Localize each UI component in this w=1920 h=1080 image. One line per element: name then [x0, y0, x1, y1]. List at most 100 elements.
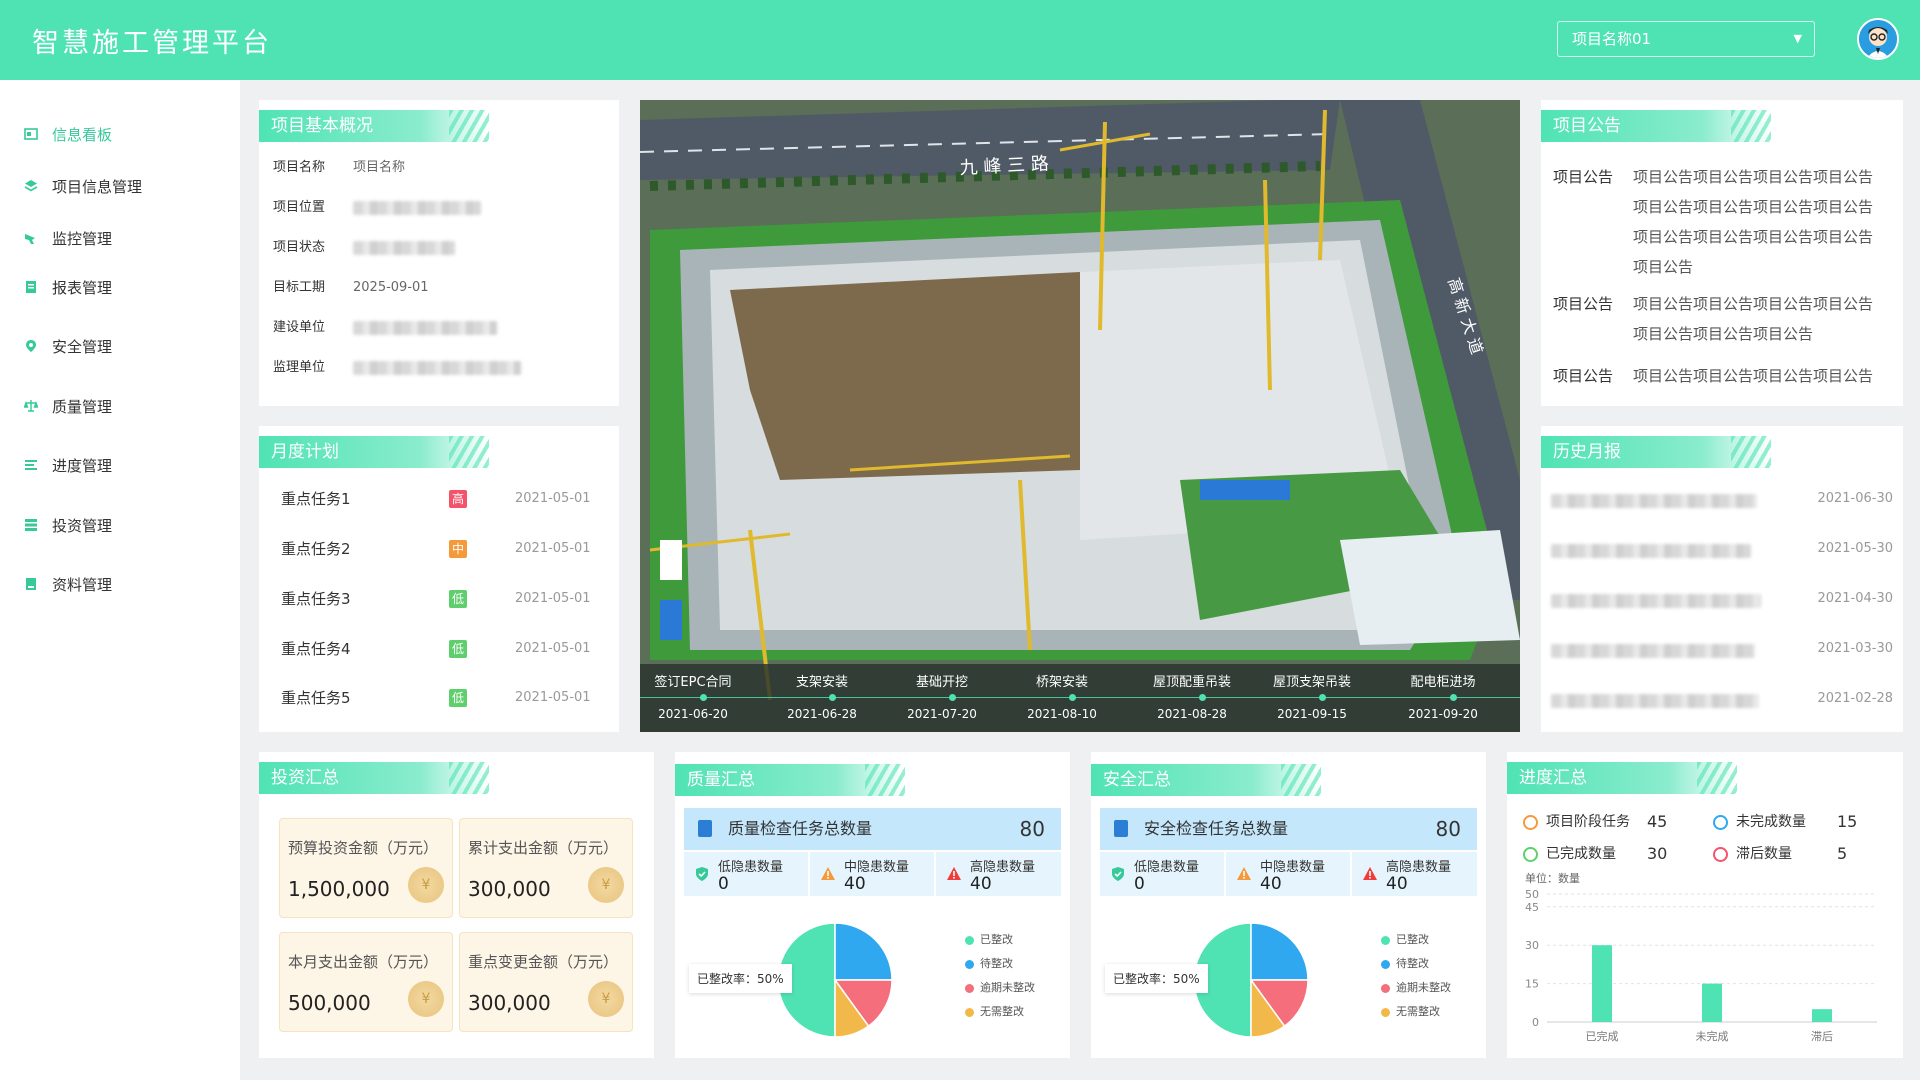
milestone[interactable]: 签订EPC合同 2021-06-20	[633, 664, 753, 721]
notice-text: 项目公告项目公告项目公告项目公告 项目公告项目公告项目公告	[1633, 295, 1874, 343]
task-name: 重点任务2	[281, 540, 351, 558]
history-row[interactable]: 2021-05-30	[1551, 538, 1893, 560]
task-date: 2021-05-01	[515, 591, 591, 606]
bar[interactable]	[1812, 1009, 1832, 1022]
investment-card: 投资汇总 预算投资金额（万元） 1,500,000 ¥ 累计支出金额（万元） 300,…	[259, 752, 654, 1058]
sidebar-item-quality[interactable]: 质量管理	[23, 391, 112, 421]
sidebar-item-label: 信息看板	[52, 125, 113, 144]
history-row[interactable]: 2021-04-30	[1551, 588, 1893, 610]
milestone-date: 2021-06-20	[658, 707, 728, 721]
sidebar-item-monitor[interactable]: 监控管理	[24, 223, 112, 253]
app-title: 智慧施工管理平台	[32, 28, 272, 59]
milestone-date: 2021-09-15	[1277, 707, 1347, 721]
stat-value: 40	[970, 874, 992, 894]
sidebar-item-safety[interactable]: 安全管理	[24, 331, 112, 361]
blurred-value	[353, 360, 521, 375]
sidebar: 信息看板 项目信息管理 监控管理 报表管理 安全管理 质量管理 进度管理 投资管…	[0, 80, 240, 1080]
x-tick-label: 已完成	[1586, 1029, 1619, 1043]
total-value: 80	[1019, 817, 1045, 841]
rate-value: 50%	[1173, 972, 1200, 986]
legend-item: 已整改	[1381, 928, 1451, 952]
document-icon	[1114, 820, 1128, 837]
history-row[interactable]: 2021-03-30	[1551, 638, 1893, 660]
chevron-down-icon: ▼	[1793, 32, 1802, 45]
stat-label: 已完成数量	[1546, 846, 1616, 862]
blurred-title	[1551, 493, 1757, 508]
overview-title: 项目基本概况	[259, 110, 489, 142]
user-avatar-icon	[1859, 20, 1897, 58]
plan-row[interactable]: 重点任务1 高 2021-05-01	[281, 488, 601, 510]
document-icon	[698, 820, 712, 837]
legend-dot	[1381, 959, 1390, 969]
progress-stat: 项目阶段任务 45	[1523, 812, 1667, 832]
milestone[interactable]: 屋顶支架吊装 2021-09-15	[1252, 664, 1372, 721]
history-row[interactable]: 2021-02-28	[1551, 688, 1893, 710]
stat-label: 滞后数量	[1736, 846, 1792, 862]
stat-value: 15	[1837, 812, 1858, 831]
y-tick-label: 15	[1525, 978, 1539, 991]
task-name: 重点任务5	[281, 689, 351, 707]
priority-badge: 高	[449, 490, 467, 508]
sidebar-item-documents[interactable]: 资料管理	[24, 569, 112, 599]
overview-row: 项目位置	[273, 198, 481, 218]
plan-row[interactable]: 重点任务5 低 2021-05-01	[281, 687, 601, 709]
blurred-title	[1551, 593, 1761, 608]
legend-item: 已整改	[965, 928, 1035, 952]
milestone[interactable]: 支架安装 2021-06-28	[762, 664, 882, 721]
milestone[interactable]: 屋顶配重吊装 2021-08-28	[1132, 664, 1252, 721]
stat-value: 40	[844, 874, 866, 894]
stack-icon	[24, 518, 38, 532]
sidebar-item-report[interactable]: 报表管理	[24, 272, 112, 302]
safety-title: 安全汇总	[1091, 764, 1321, 796]
milestone[interactable]: 桥架安装 2021-08-10	[1002, 664, 1122, 721]
check-circle-icon	[1523, 846, 1538, 862]
coin-icon: ¥	[588, 981, 624, 1017]
rate-label: 已整改率：	[697, 972, 758, 986]
sidebar-item-dashboard[interactable]: 信息看板	[24, 119, 112, 149]
stat-value: 500,000	[288, 991, 371, 1015]
pie-slice[interactable]	[834, 922, 893, 981]
sidebar-item-project-info[interactable]: 项目信息管理	[24, 171, 142, 201]
task-name: 重点任务3	[281, 590, 351, 608]
overview-row: 建设单位	[273, 318, 497, 338]
plan-row[interactable]: 重点任务2 中 2021-05-01	[281, 538, 601, 560]
quality-pie-chart	[777, 922, 893, 1038]
notice-text: 项目公告项目公告项目公告项目公告 项目公告项目公告项目公告项目公告 项目公告项目公告…	[1633, 168, 1874, 276]
milestone[interactable]: 基础开挖 2021-07-20	[882, 664, 1002, 721]
milestone-date: 2021-08-28	[1157, 707, 1227, 721]
priority-badge: 低	[449, 590, 467, 608]
milestone[interactable]: 配电柜进场 2021-09-20	[1383, 664, 1503, 721]
bar[interactable]	[1592, 945, 1612, 1022]
pie-slice[interactable]	[1250, 922, 1309, 981]
quality-legend: 已整改 待整改 逾期未整改 无需整改	[965, 928, 1035, 1024]
sidebar-item-investment[interactable]: 投资管理	[24, 510, 112, 540]
milestone-dot	[829, 694, 836, 701]
total-label: 质量检查任务总数量	[728, 819, 873, 838]
avatar[interactable]	[1857, 18, 1899, 60]
milestone-date: 2021-09-20	[1408, 707, 1478, 721]
plan-row[interactable]: 重点任务3 低 2021-05-01	[281, 588, 601, 610]
safety-card: 安全汇总 安全检查任务总数量 80 低隐患数量 0 中隐患数量 40 高隐患数量 40 …	[1091, 752, 1486, 1058]
y-tick-label: 50	[1525, 888, 1539, 901]
history-row[interactable]: 2021-06-30	[1551, 488, 1893, 510]
notice-card: 项目公告 项目公告 项目公告项目公告项目公告项目公告 项目公告项目公告项目公告项目…	[1541, 100, 1903, 406]
sidebar-item-label: 安全管理	[52, 337, 113, 356]
legend-item: 逾期未整改	[965, 976, 1035, 1000]
construction-site-illustration: 九 峰 三 路 高 新 大 道	[640, 100, 1520, 732]
task-date: 2021-05-01	[515, 641, 591, 656]
stat-value: 45	[1647, 812, 1668, 831]
blurred-value	[353, 200, 481, 215]
stat-value: 5	[1837, 844, 1848, 863]
task-name: 重点任务4	[281, 640, 351, 658]
plan-row[interactable]: 重点任务4 低 2021-05-01	[281, 638, 601, 660]
stat-label: 低隐患数量	[718, 860, 784, 875]
sidebar-item-progress[interactable]: 进度管理	[24, 450, 112, 480]
bar[interactable]	[1702, 983, 1722, 1022]
warning-orange-icon	[1236, 866, 1252, 882]
stat-label: 高隐患数量	[1386, 860, 1452, 875]
investment-stat: 预算投资金额（万元） 1,500,000 ¥	[279, 818, 453, 918]
project-select[interactable]: 项目名称01 ▼	[1557, 21, 1815, 57]
high-risk-stat: 高隐患数量 40	[936, 852, 1061, 896]
task-date: 2021-05-01	[515, 541, 591, 556]
notice-title: 项目公告	[1541, 110, 1771, 142]
